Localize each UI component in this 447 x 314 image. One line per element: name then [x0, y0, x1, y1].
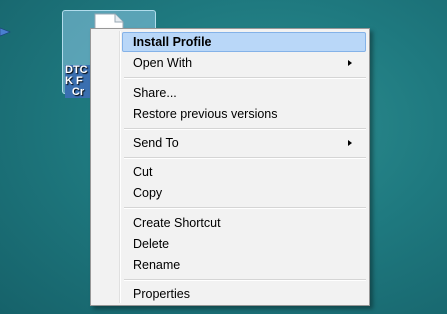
menu-item-label: Send To	[133, 136, 179, 150]
desktop-icon-label-line: Cr	[71, 86, 85, 98]
menu-separator	[124, 157, 366, 159]
arrow-cursor-icon	[0, 27, 11, 37]
menu-item-label: Properties	[133, 287, 190, 301]
menu-item-label: Create Shortcut	[133, 216, 221, 230]
menu-separator	[124, 77, 366, 79]
menu-item-create-shortcut[interactable]: Create Shortcut	[122, 213, 366, 233]
desktop-background[interactable]: DTC K F Cr Install Profile Open With Sha…	[0, 0, 447, 314]
menu-icon-gutter	[119, 31, 121, 303]
submenu-arrow-icon	[348, 140, 352, 146]
menu-item-install-profile[interactable]: Install Profile	[122, 32, 366, 52]
menu-item-copy[interactable]: Copy	[122, 183, 366, 203]
menu-item-share[interactable]: Share...	[122, 83, 366, 103]
menu-separator	[124, 128, 366, 130]
menu-item-label: Install Profile	[133, 35, 212, 49]
menu-item-label: Rename	[133, 258, 181, 272]
context-menu: Install Profile Open With Share... Resto…	[90, 28, 370, 306]
menu-item-label: Open With	[133, 56, 193, 70]
menu-separator	[124, 207, 366, 209]
menu-item-cut[interactable]: Cut	[122, 162, 366, 182]
submenu-arrow-icon	[348, 60, 352, 66]
menu-item-label: Restore previous versions	[133, 107, 278, 121]
menu-item-delete[interactable]: Delete	[122, 234, 366, 254]
menu-item-label: Copy	[133, 186, 163, 200]
menu-item-rename[interactable]: Rename	[122, 255, 366, 275]
menu-item-open-with[interactable]: Open With	[122, 53, 366, 73]
menu-item-label: Cut	[133, 165, 153, 179]
menu-item-restore-previous-versions[interactable]: Restore previous versions	[122, 104, 366, 124]
menu-item-label: Share...	[133, 86, 177, 100]
menu-item-properties[interactable]: Properties	[122, 284, 366, 304]
menu-item-send-to[interactable]: Send To	[122, 133, 366, 153]
desktop-icon-label: DTC K F Cr	[65, 65, 91, 98]
menu-item-label: Delete	[133, 237, 170, 251]
menu-separator	[124, 279, 366, 281]
